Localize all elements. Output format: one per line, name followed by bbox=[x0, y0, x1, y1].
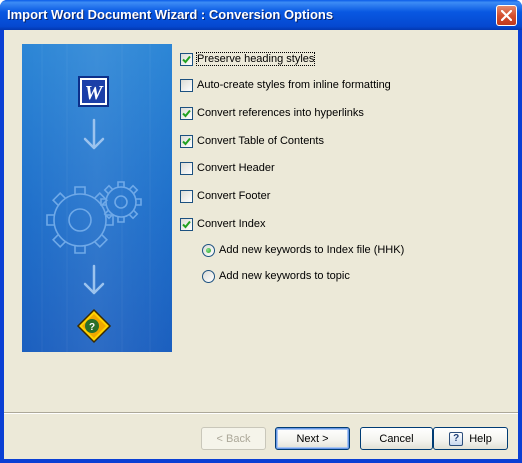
checkbox[interactable] bbox=[180, 217, 193, 231]
back-button[interactable]: < Back bbox=[201, 427, 266, 450]
back-button-label: < Back bbox=[216, 432, 251, 445]
title-bar[interactable]: Import Word Document Wizard : Conversion… bbox=[0, 0, 522, 30]
radio-selected-dot bbox=[206, 247, 211, 253]
word-document-icon: W bbox=[78, 76, 109, 107]
option-label: Preserve heading styles bbox=[195, 52, 316, 66]
radio-label: Add new keywords to Index file (HHK) bbox=[219, 244, 405, 256]
checkbox[interactable] bbox=[180, 161, 193, 175]
option-label: Convert Footer bbox=[197, 190, 271, 202]
radio-add-to-index-file[interactable]: Add new keywords to Index file (HHK) bbox=[202, 242, 404, 258]
checkbox[interactable] bbox=[180, 134, 193, 148]
option-label: Convert Header bbox=[197, 162, 275, 174]
checkbox[interactable] bbox=[180, 52, 193, 66]
option-label: Convert Table of Contents bbox=[197, 135, 324, 147]
option-convert-header[interactable]: Convert Header bbox=[180, 160, 275, 176]
close-icon bbox=[501, 10, 512, 21]
radio-add-to-topic[interactable]: Add new keywords to topic bbox=[202, 268, 350, 284]
footer-divider bbox=[4, 412, 518, 414]
help-icon: ? bbox=[449, 431, 464, 446]
next-button[interactable]: Next > bbox=[275, 427, 350, 450]
radio-label: Add new keywords to topic bbox=[219, 270, 350, 282]
checkbox[interactable] bbox=[180, 78, 193, 92]
checkbox[interactable] bbox=[180, 189, 193, 203]
option-convert-references[interactable]: Convert references into hyperlinks bbox=[180, 105, 364, 121]
wizard-window: Import Word Document Wizard : Conversion… bbox=[0, 0, 522, 463]
checkmark-icon bbox=[182, 220, 191, 228]
svg-text:?: ? bbox=[89, 322, 95, 333]
radio-button[interactable] bbox=[202, 243, 215, 257]
option-convert-index[interactable]: Convert Index bbox=[180, 216, 265, 232]
option-convert-toc[interactable]: Convert Table of Contents bbox=[180, 133, 324, 149]
option-label: Auto-create styles from inline formattin… bbox=[197, 79, 391, 91]
option-label: Convert Index bbox=[197, 218, 266, 230]
option-preserve-heading-styles[interactable]: Preserve heading styles bbox=[180, 51, 316, 67]
help-button-label: Help bbox=[469, 432, 492, 445]
radio-button[interactable] bbox=[202, 269, 215, 283]
help-button[interactable]: ? Help bbox=[433, 427, 508, 450]
svg-text:W: W bbox=[85, 82, 104, 104]
option-label: Convert references into hyperlinks bbox=[197, 107, 364, 119]
wizard-body: W ? Preserve heading styles Auto-create … bbox=[4, 30, 518, 459]
checkmark-icon bbox=[182, 137, 191, 145]
checkbox[interactable] bbox=[180, 106, 193, 120]
wizard-graphic: W ? bbox=[22, 44, 172, 352]
option-auto-create-styles[interactable]: Auto-create styles from inline formattin… bbox=[180, 77, 391, 93]
wizard-side-panel: W ? bbox=[22, 44, 172, 352]
option-convert-footer[interactable]: Convert Footer bbox=[180, 188, 270, 204]
cancel-button[interactable]: Cancel bbox=[360, 427, 433, 450]
next-button-label: Next > bbox=[296, 432, 329, 445]
checkmark-icon bbox=[182, 55, 191, 63]
cancel-button-label: Cancel bbox=[379, 432, 414, 445]
checkmark-icon bbox=[182, 109, 191, 117]
window-title: Import Word Document Wizard : Conversion… bbox=[7, 7, 334, 22]
close-button[interactable] bbox=[496, 5, 517, 26]
